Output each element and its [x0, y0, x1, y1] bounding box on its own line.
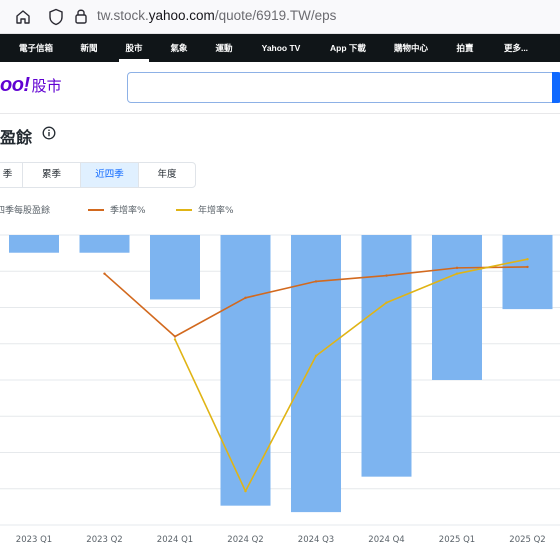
- yoy-series-line-point: [455, 272, 459, 275]
- x-tick-label: 2025 Q2: [509, 535, 545, 545]
- x-tick-label: 2023 Q1: [16, 535, 52, 545]
- chart-legend: 四季每股盈餘 季增率% 年增率%: [0, 203, 560, 217]
- x-tick-label: 2023 Q2: [86, 535, 122, 545]
- yoy-series-line-point: [526, 257, 529, 261]
- nav-item-more[interactable]: 更多...: [499, 34, 533, 62]
- nav-item-sports[interactable]: 運動: [211, 34, 237, 62]
- yahoo-stock-logo[interactable]: oo! 股市: [0, 74, 62, 100]
- page-title: 盈餘: [0, 128, 33, 147]
- nav-item-weather[interactable]: 氣象: [166, 34, 192, 62]
- legend-label-eps: 四季每股盈餘: [0, 206, 51, 216]
- eps-bar: [502, 235, 553, 310]
- qoq-series-line-point: [103, 272, 106, 275]
- search-input[interactable]: [127, 72, 557, 103]
- home-icon[interactable]: [14, 8, 32, 26]
- nav-item-yahoo-tv[interactable]: Yahoo TV: [256, 34, 306, 62]
- yoy-series-line-point: [244, 489, 247, 493]
- url-host: yahoo.com: [148, 8, 215, 23]
- qoq-series-line-point: [244, 296, 247, 300]
- x-tick-label: 2024 Q3: [298, 535, 334, 545]
- nav-item-shopping[interactable]: 購物中心: [390, 34, 432, 62]
- qoq-series-line-point: [314, 280, 318, 283]
- eps-bar: [432, 235, 482, 380]
- tab-annual[interactable]: 年度: [139, 163, 195, 187]
- yoy-series-line-point: [314, 354, 318, 358]
- yoy-series-line-point: [173, 338, 177, 341]
- x-tick-label: 2024 Q4: [368, 535, 404, 545]
- nav-item-auction[interactable]: 拍賣: [452, 34, 478, 62]
- lock-icon[interactable]: [74, 7, 88, 25]
- eps-bar: [79, 235, 130, 253]
- legend-line-qoq: [88, 209, 104, 211]
- eps-chart-svg: 2023 Q1 2023 Q2 2024 Q1 2024 Q2 2024 Q3 2024 …: [0, 234, 560, 545]
- eps-bar: [150, 235, 200, 300]
- site-header: oo! 股市: [0, 62, 560, 114]
- nav-item-stock[interactable]: 股市: [121, 34, 147, 62]
- legend-label-qoq: 季增率%: [110, 206, 146, 216]
- address-bar[interactable]: tw.stock.yahoo.com/quote/6919.TW/eps: [97, 8, 336, 23]
- info-icon[interactable]: [42, 126, 56, 140]
- eps-bar: [361, 235, 412, 477]
- x-tick-label: 2025 Q1: [439, 535, 475, 545]
- tab-cumulative[interactable]: 累季: [23, 163, 81, 187]
- logo-brand: oo!: [0, 74, 30, 96]
- eps-bar: [220, 235, 271, 506]
- period-tabs: 季 累季 近四季 年度: [0, 162, 196, 188]
- eps-bar: [291, 235, 341, 513]
- tab-quarterly[interactable]: 季: [0, 163, 23, 187]
- top-navigation: 電子信箱 新聞 股市 氣象 運動 Yahoo TV App 下載 購物中心 拍賣…: [0, 34, 560, 62]
- nav-item-app-download[interactable]: App 下載: [326, 34, 370, 62]
- qoq-series-line-point: [385, 274, 388, 277]
- browser-toolbar: tw.stock.yahoo.com/quote/6919.TW/eps: [0, 0, 560, 34]
- search-button[interactable]: [552, 72, 560, 103]
- yoy-series-line-point: [385, 301, 388, 304]
- x-tick-label: 2024 Q2: [227, 535, 263, 545]
- legend-label-yoy: 年增率%: [198, 206, 234, 216]
- qoq-series-line-point: [455, 266, 459, 270]
- logo-product: 股市: [31, 77, 62, 95]
- legend-line-yoy: [176, 209, 192, 211]
- url-prefix: tw.stock.: [97, 8, 149, 23]
- eps-bar: [9, 235, 59, 253]
- tab-trailing-four-quarters[interactable]: 近四季: [81, 163, 139, 187]
- x-tick-label: 2024 Q1: [157, 535, 193, 545]
- qoq-series-line-point: [526, 265, 529, 269]
- nav-item-news[interactable]: 新聞: [76, 34, 102, 62]
- qoq-series-line-point: [173, 335, 177, 338]
- nav-item-mail[interactable]: 電子信箱: [16, 34, 56, 62]
- shield-icon[interactable]: [48, 8, 64, 26]
- eps-chart: 2023 Q1 2023 Q2 2024 Q1 2024 Q2 2024 Q3 2024 …: [0, 230, 560, 560]
- url-path: /quote/6919.TW/eps: [214, 8, 337, 23]
